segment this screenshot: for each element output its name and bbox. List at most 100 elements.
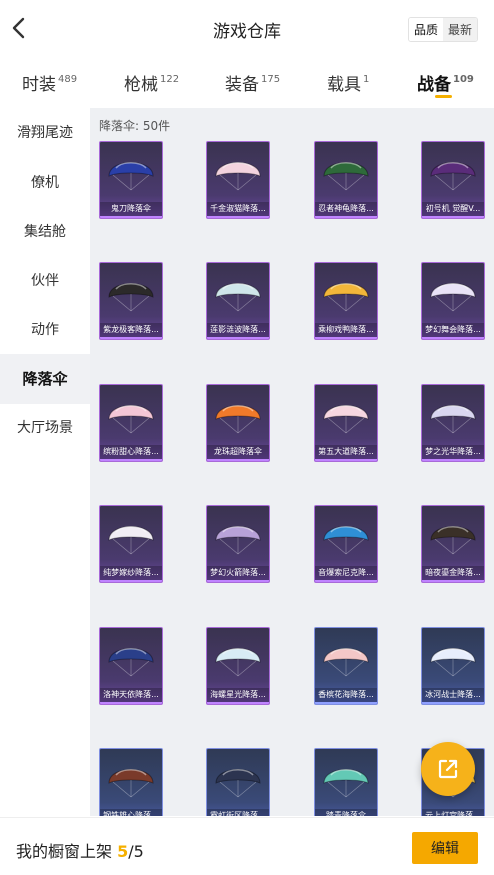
- parachute-name: 纯梦嫁纱降落...: [100, 566, 162, 580]
- parachute-name: 千金淑猫降落...: [207, 202, 269, 216]
- tab-count: 489: [58, 74, 78, 85]
- tab-label: 装备: [225, 75, 259, 95]
- showcase-current: 5: [117, 842, 129, 861]
- parachute-card[interactable]: 霓虹街区降落...: [206, 748, 270, 816]
- parachute-icon: [215, 648, 261, 677]
- rarity-bar: [100, 216, 162, 218]
- tab-weapons[interactable]: 枪械 122: [124, 70, 179, 95]
- rarity-bar: [100, 702, 162, 704]
- active-tab-indicator: [435, 95, 452, 98]
- tab-count: 175: [261, 74, 281, 85]
- parachute-card[interactable]: 乘柳戏鸭降落...: [314, 262, 378, 340]
- parachute-card[interactable]: 紫龙极客降落...: [99, 262, 163, 340]
- showcase-total: /5: [128, 842, 144, 861]
- category-tabs: 时装 489 枪械 122 装备 175 载具 1 战备 109: [0, 62, 494, 106]
- tab-combat-gear[interactable]: 战备 109: [417, 70, 474, 95]
- sidebar-item-rally-pod[interactable]: 集结舱: [0, 207, 90, 257]
- showcase-label: 我的橱窗上架: [16, 842, 113, 861]
- rarity-bar: [207, 459, 269, 461]
- parachute-name: 梦之光华降落...: [422, 445, 484, 459]
- parachute-icon: [323, 162, 369, 191]
- sidebar-item-emote[interactable]: 动作: [0, 305, 90, 355]
- parachute-card[interactable]: 第五大道降落...: [314, 384, 378, 462]
- parachute-name: 龙珠超降落伞: [207, 445, 269, 459]
- rarity-bar: [207, 337, 269, 339]
- parachute-icon: [215, 526, 261, 555]
- parachute-name: 莲影涟波降落...: [207, 323, 269, 337]
- rarity-bar: [315, 337, 377, 339]
- tab-fashion[interactable]: 时装 489: [22, 70, 77, 95]
- rarity-bar: [422, 337, 484, 339]
- sort-latest-button[interactable]: 最新: [442, 18, 477, 41]
- parachute-name: 紫龙极客降落...: [100, 323, 162, 337]
- parachute-card[interactable]: 缤粉甜心降落...: [99, 384, 163, 462]
- parachute-icon: [215, 405, 261, 434]
- parachute-card[interactable]: 鬼刀降落伞: [99, 141, 163, 219]
- rarity-bar: [100, 337, 162, 339]
- parachute-icon: [323, 405, 369, 434]
- rarity-bar: [315, 580, 377, 582]
- parachute-name: 第五大道降落...: [315, 445, 377, 459]
- parachute-card[interactable]: 钢铁雄心降落...: [99, 748, 163, 816]
- parachute-card[interactable]: 千金淑猫降落...: [206, 141, 270, 219]
- parachute-name: 鬼刀降落伞: [100, 202, 162, 216]
- parachute-icon: [430, 162, 476, 191]
- parachute-card[interactable]: 梦之光华降落...: [421, 384, 485, 462]
- sort-quality-button[interactable]: 品质: [408, 18, 443, 41]
- parachute-card[interactable]: 莲影涟波降落...: [206, 262, 270, 340]
- parachute-icon: [108, 526, 154, 555]
- rarity-bar: [422, 580, 484, 582]
- parachute-card[interactable]: 龙珠超降落伞: [206, 384, 270, 462]
- tab-count: 1: [363, 74, 370, 85]
- parachute-card[interactable]: 音爆索尼克降...: [314, 505, 378, 583]
- parachute-icon: [323, 648, 369, 677]
- parachute-card[interactable]: 纯梦嫁纱降落...: [99, 505, 163, 583]
- parachute-icon: [323, 526, 369, 555]
- parachute-card[interactable]: 忍者神龟降落...: [314, 141, 378, 219]
- tab-equipment[interactable]: 装备 175: [225, 70, 280, 95]
- parachute-card[interactable]: 洛神天依降落...: [99, 627, 163, 705]
- parachute-name: 踏青降落伞: [315, 809, 377, 816]
- parachute-icon: [215, 162, 261, 191]
- parachute-icon: [323, 769, 369, 798]
- parachute-name: 音爆索尼克降...: [315, 566, 377, 580]
- sidebar-item-wingman[interactable]: 僚机: [0, 158, 90, 208]
- edit-button[interactable]: 编辑: [412, 832, 478, 864]
- sidebar-item-glide-trail[interactable]: 滑翔尾迹: [0, 108, 90, 158]
- parachute-icon: [215, 283, 261, 312]
- parachute-card[interactable]: 初号机 觉醒V...: [421, 141, 485, 219]
- sidebar-item-companion[interactable]: 伙伴: [0, 256, 90, 306]
- rarity-bar: [422, 702, 484, 704]
- share-button[interactable]: [421, 742, 475, 796]
- share-external-icon: [438, 759, 458, 779]
- tab-vehicles[interactable]: 载具 1: [327, 70, 369, 95]
- parachute-card[interactable]: 梦幻舞会降落...: [421, 262, 485, 340]
- item-count-label: 降落伞: 50件: [99, 119, 171, 133]
- rarity-bar: [100, 580, 162, 582]
- parachute-icon: [323, 283, 369, 312]
- parachute-name: 梦幻舞会降落...: [422, 323, 484, 337]
- sidebar: 滑翔尾迹 僚机 集结舱 伙伴 动作 降落伞 大厅场景: [0, 108, 90, 816]
- rarity-bar: [207, 216, 269, 218]
- parachute-card[interactable]: 暗夜鎏金降落...: [421, 505, 485, 583]
- rarity-bar: [315, 702, 377, 704]
- sort-toggle: 品质 最新: [407, 17, 478, 42]
- item-grid-area[interactable]: 降落伞: 50件 鬼刀降落伞 千金淑猫降落... 忍者神龟降落... 初号机 觉醒V.…: [90, 108, 494, 816]
- parachute-name: 钢铁雄心降落...: [100, 809, 162, 816]
- parachute-card[interactable]: 冰河战士降落...: [421, 627, 485, 705]
- rarity-bar: [422, 459, 484, 461]
- parachute-card[interactable]: 香槟花海降落...: [314, 627, 378, 705]
- sidebar-item-parachute[interactable]: 降落伞: [0, 354, 90, 404]
- tab-label: 载具: [327, 75, 361, 95]
- parachute-card[interactable]: 踏青降落伞: [314, 748, 378, 816]
- parachute-card[interactable]: 梦幻火箭降落...: [206, 505, 270, 583]
- rarity-bar: [207, 702, 269, 704]
- parachute-icon: [108, 648, 154, 677]
- tab-label: 战备: [417, 75, 451, 95]
- parachute-card[interactable]: 海螺星光降落...: [206, 627, 270, 705]
- parachute-name: 海螺星光降落...: [207, 688, 269, 702]
- sidebar-item-lobby-scene[interactable]: 大厅场景: [0, 403, 90, 453]
- parachute-name: 洛神天依降落...: [100, 688, 162, 702]
- parachute-icon: [430, 283, 476, 312]
- parachute-name: 霓虹街区降落...: [207, 809, 269, 816]
